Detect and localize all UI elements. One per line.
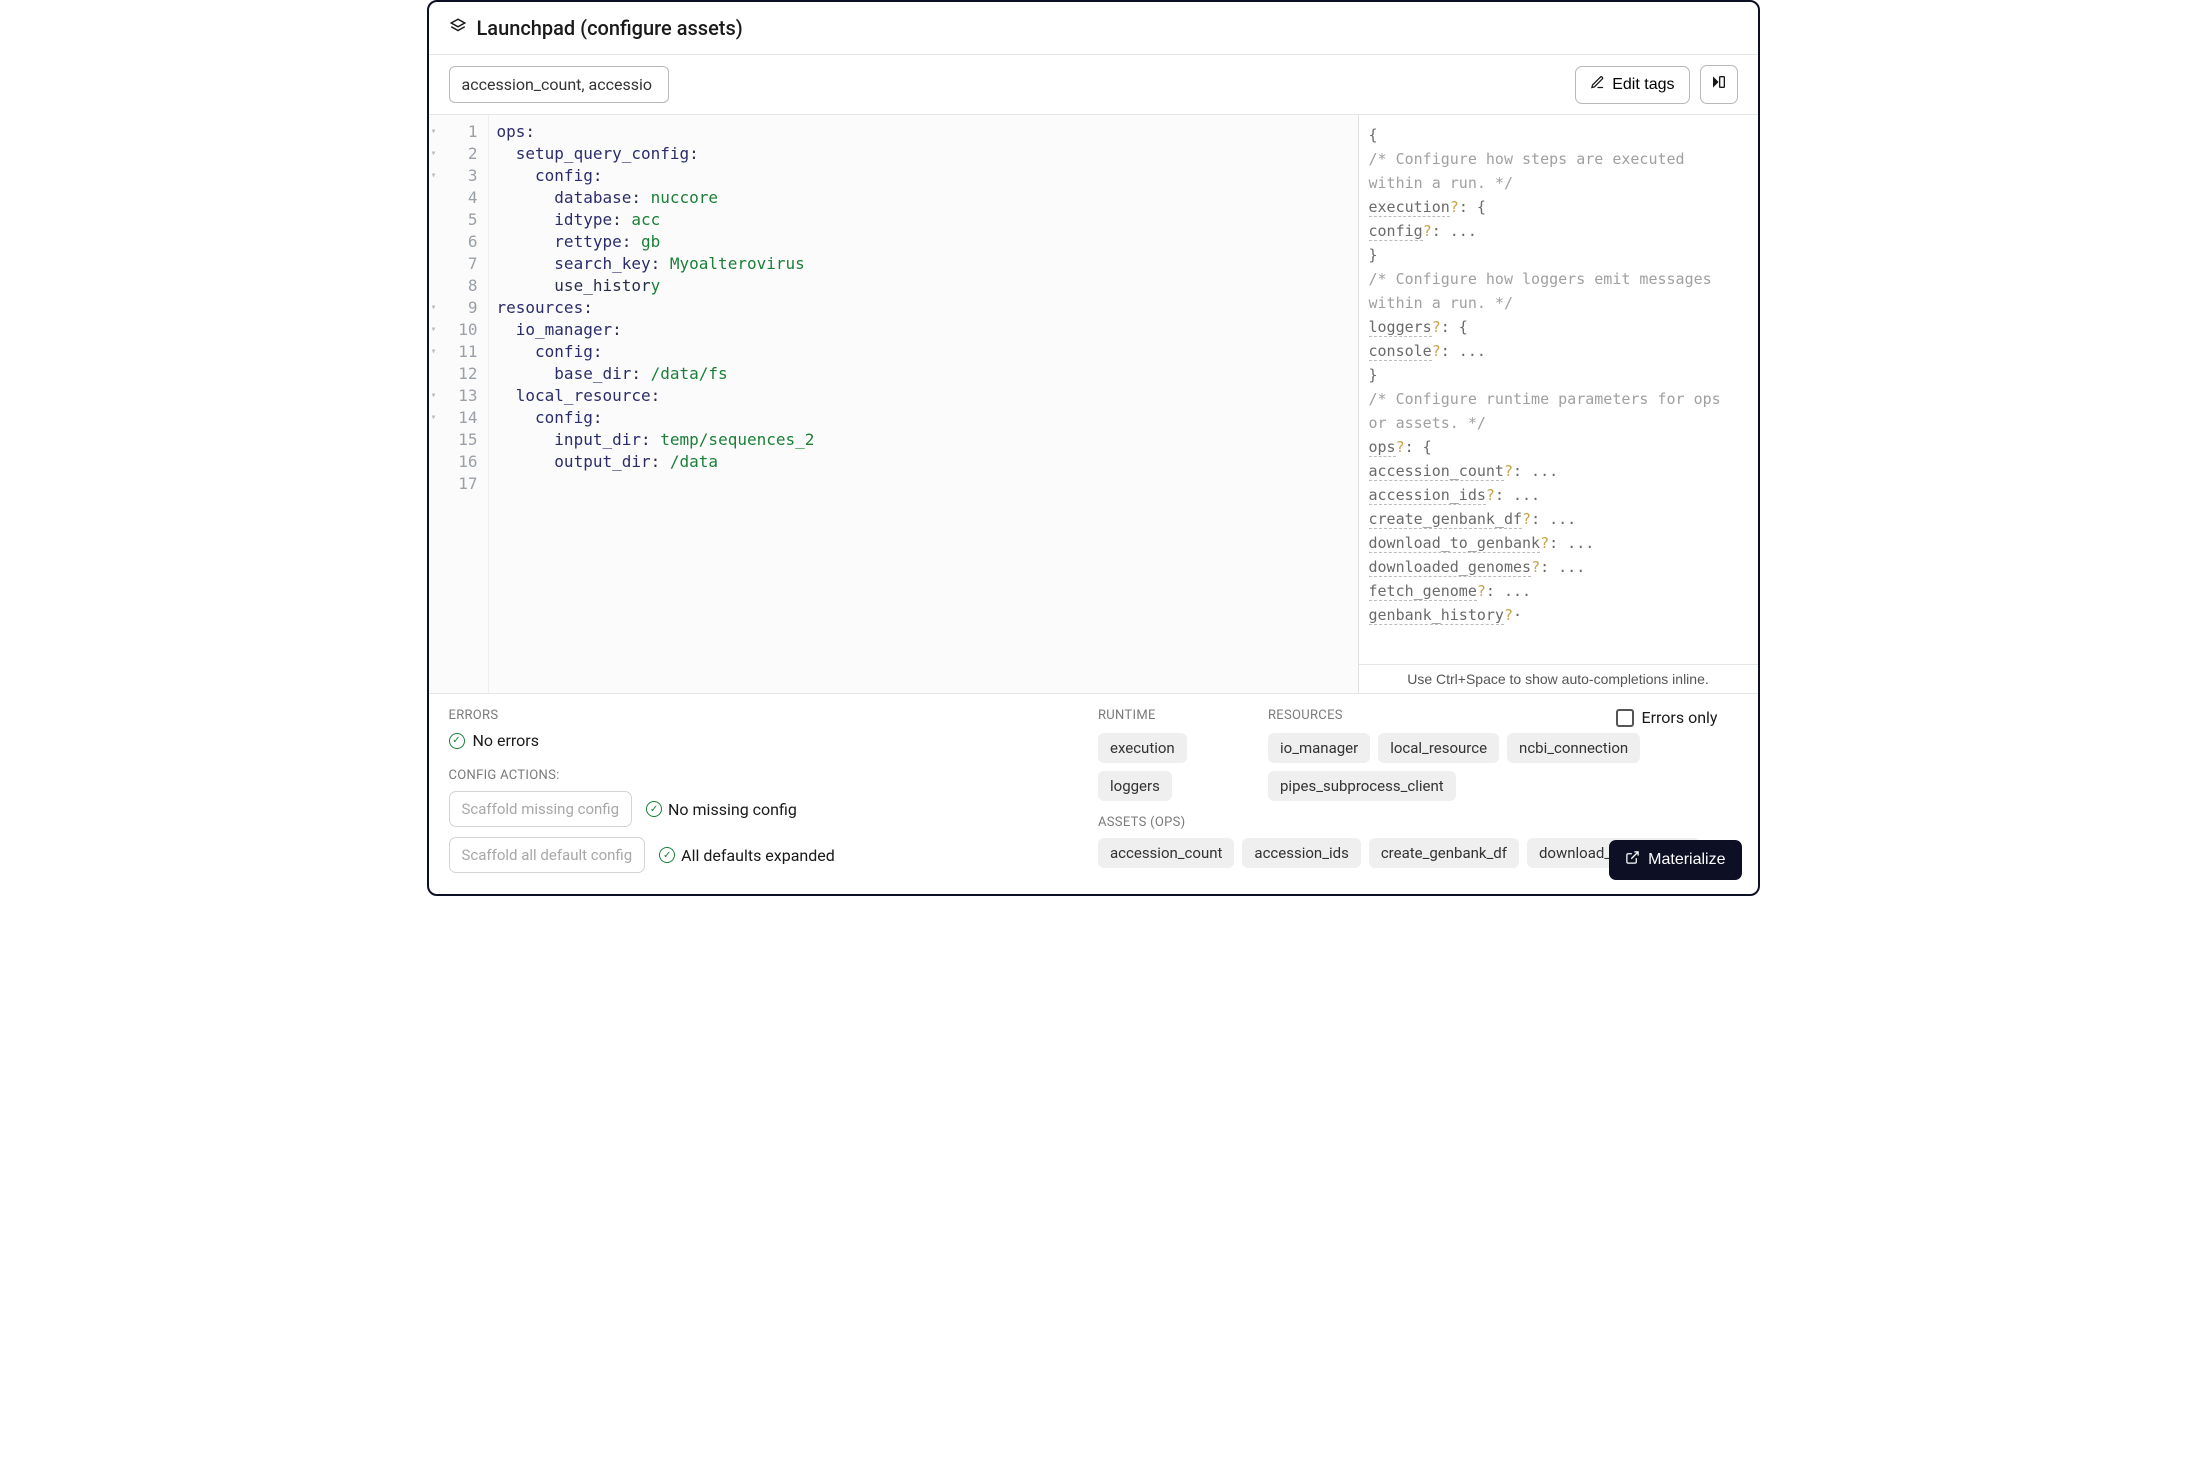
checkbox-icon[interactable] (1616, 709, 1634, 727)
resources-chips: io_manager local_resource ncbi_connectionp… (1268, 733, 1738, 801)
toolbar: accession_count, accessio Edit tags (429, 55, 1758, 115)
pencil-icon (1590, 75, 1605, 95)
chip-create-genbank-df[interactable]: create_genbank_df (1369, 838, 1519, 868)
layers-icon (449, 17, 467, 39)
launchpad-modal: Launchpad (configure assets) accession_c… (427, 0, 1760, 896)
chip-local-resource[interactable]: local_resource (1378, 733, 1499, 763)
panel-right-icon (1711, 74, 1727, 95)
runtime-chips: execution loggers (1098, 733, 1258, 801)
errors-section-label: ERRORS (449, 708, 1089, 723)
no-errors-status: ✓ No errors (449, 731, 1089, 750)
check-circle-icon: ✓ (646, 801, 662, 817)
scaffold-default-button[interactable]: Scaffold all default config (449, 837, 646, 873)
chip-loggers[interactable]: loggers (1098, 771, 1172, 801)
chip-io-manager[interactable]: io_manager (1268, 733, 1370, 763)
runtime-section-label: RUNTIME (1098, 708, 1258, 723)
autocomplete-hint: Use Ctrl+Space to show auto-completions … (1359, 664, 1758, 693)
chip-pipes-subprocess-client[interactable]: pipes_subprocess_client (1268, 771, 1456, 801)
external-link-icon (1625, 850, 1640, 870)
config-actions-label: CONFIG ACTIONS: (449, 768, 1089, 783)
assets-section-label: ASSETS (OPS) (1098, 815, 1738, 830)
bottom-panel: ERRORS ✓ No errors CONFIG ACTIONS: Scaff… (429, 694, 1758, 894)
check-circle-icon: ✓ (449, 733, 465, 749)
line-gutter: ▾▾▾▾▾▾▾▾ 1234567891011121314151617 (429, 115, 489, 693)
modal-header: Launchpad (configure assets) (429, 2, 1758, 55)
all-defaults-text: All defaults expanded (681, 846, 835, 865)
schema-hint-body: { /* Configure how steps are executed wi… (1359, 115, 1758, 664)
materialize-button[interactable]: Materialize (1609, 840, 1741, 880)
editor-row: ▾▾▾▾▾▾▾▾ 1234567891011121314151617 ops: … (429, 115, 1758, 694)
chip-accession-count[interactable]: accession_count (1098, 838, 1234, 868)
toggle-panel-button[interactable] (1700, 65, 1738, 104)
errors-only-toggle[interactable]: Errors only (1616, 708, 1718, 727)
chip-ncbi-connection[interactable]: ncbi_connection (1507, 733, 1640, 763)
chip-execution[interactable]: execution (1098, 733, 1187, 763)
modal-title: Launchpad (configure assets) (477, 16, 743, 40)
no-missing-config-text: No missing config (668, 800, 797, 819)
scaffold-missing-button[interactable]: Scaffold missing config (449, 791, 633, 827)
yaml-editor[interactable]: ▾▾▾▾▾▾▾▾ 1234567891011121314151617 ops: … (429, 115, 1358, 693)
asset-tag-input[interactable]: accession_count, accessio (449, 66, 669, 103)
edit-tags-button[interactable]: Edit tags (1575, 66, 1689, 104)
edit-tags-label: Edit tags (1612, 76, 1674, 94)
schema-hint-panel: { /* Configure how steps are executed wi… (1358, 115, 1758, 693)
check-circle-icon: ✓ (659, 847, 675, 863)
chip-accession-ids[interactable]: accession_ids (1242, 838, 1360, 868)
